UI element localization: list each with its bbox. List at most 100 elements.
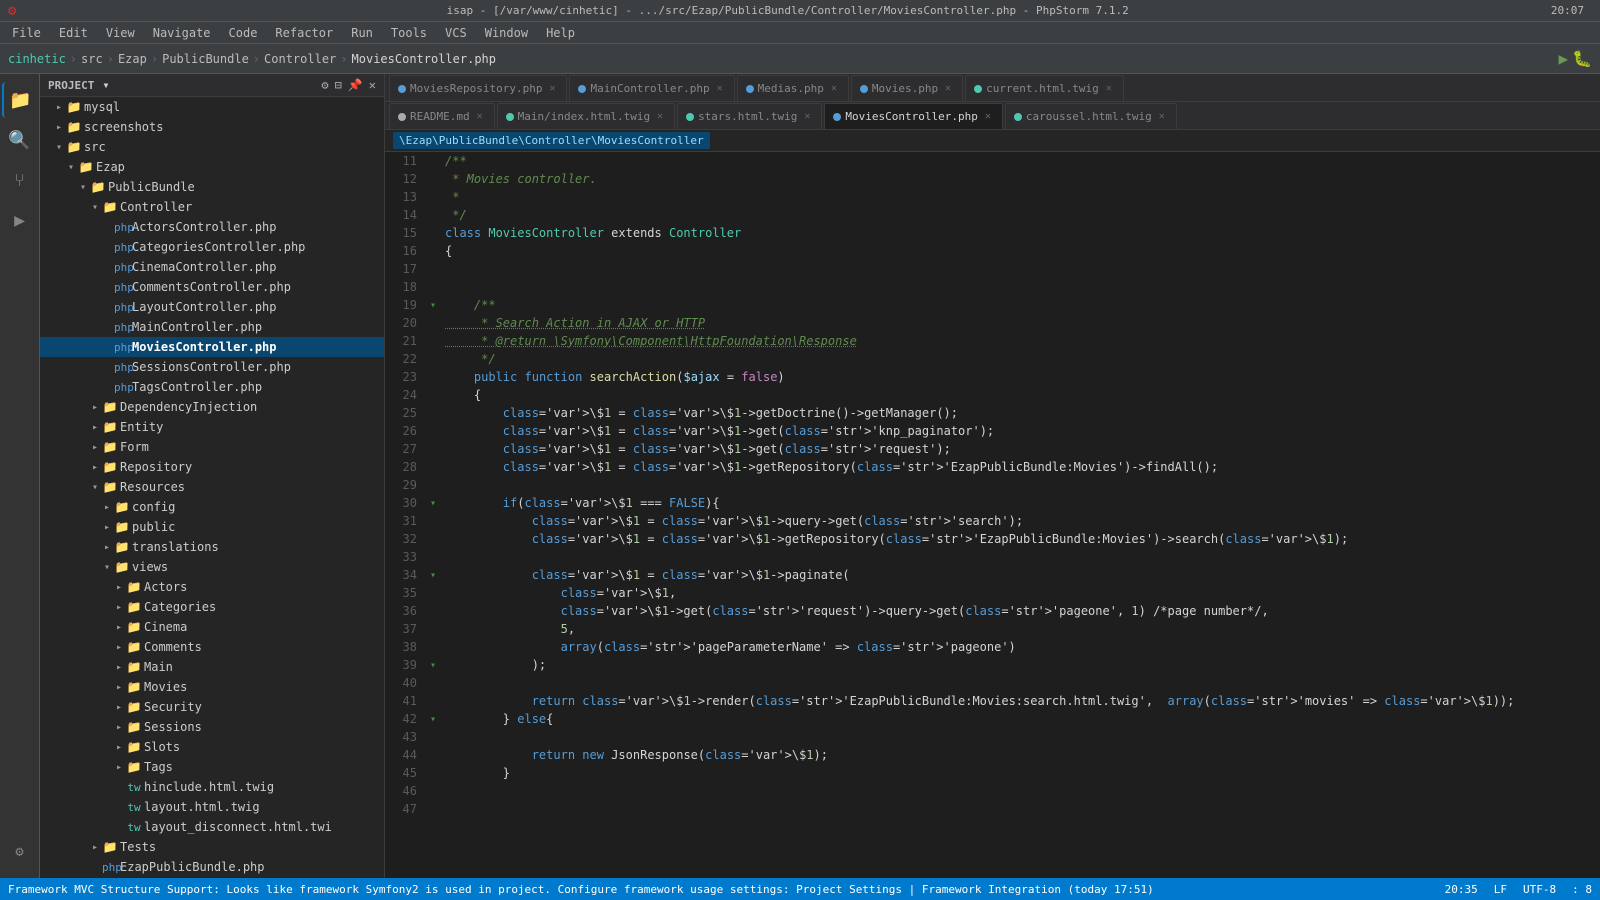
tree-arrow-icon: ▸ xyxy=(112,742,126,753)
activity-search-icon[interactable]: 🔍 xyxy=(2,122,38,158)
menu-item-help[interactable]: Help xyxy=(538,24,583,42)
tree-item-movies[interactable]: ▸📁Movies xyxy=(40,677,384,697)
code-line: 32 class='var'>\$1 = class='var'>\$1->ge… xyxy=(385,530,1600,548)
breadcrumb-ezap[interactable]: Ezap xyxy=(118,52,147,66)
tree-item-tags[interactable]: ▸📁Tags xyxy=(40,757,384,777)
tree-item-moviescontroller-php[interactable]: phpMoviesController.php xyxy=(40,337,384,357)
tree-item-src[interactable]: ▾📁src xyxy=(40,137,384,157)
tab-main-index[interactable]: Main/index.html.twig ✕ xyxy=(497,103,675,129)
php-icon: php xyxy=(114,260,130,274)
menu-item-code[interactable]: Code xyxy=(221,24,266,42)
breadcrumb-publicbundle[interactable]: PublicBundle xyxy=(162,52,249,66)
pin-icon[interactable]: 📌 xyxy=(348,78,363,92)
tree-item-cinema[interactable]: ▸📁Cinema xyxy=(40,617,384,637)
tree-item-ezappublicbundle-php[interactable]: phpEzapPublicBundle.php xyxy=(40,857,384,877)
tab-readme[interactable]: README.md ✕ xyxy=(389,103,495,129)
tree-item-commentscontroller-php[interactable]: phpCommentsController.php xyxy=(40,277,384,297)
activity-project-icon[interactable]: 📁 xyxy=(2,82,38,118)
tree-item-layout-html-twig[interactable]: twlayout.html.twig xyxy=(40,797,384,817)
php-icon: php xyxy=(114,320,130,334)
menu-item-refactor[interactable]: Refactor xyxy=(267,24,341,42)
tree-item-resources[interactable]: ▾📁Resources xyxy=(40,477,384,497)
tab-close-btn[interactable]: ✕ xyxy=(474,111,486,122)
tab-stars[interactable]: stars.html.twig ✕ xyxy=(677,103,822,129)
tree-label: Cinema xyxy=(144,620,187,634)
tab-maincontroller[interactable]: MainController.php ✕ xyxy=(569,75,734,101)
tab-medias[interactable]: Medias.php ✕ xyxy=(737,75,849,101)
tab-close-btn[interactable]: ✕ xyxy=(546,83,558,94)
menu-item-vcs[interactable]: VCS xyxy=(437,24,475,42)
tree-item-maincontroller-php[interactable]: phpMainController.php xyxy=(40,317,384,337)
breadcrumb-file[interactable]: MoviesController.php xyxy=(352,52,497,66)
tree-item-mysql[interactable]: ▸📁mysql xyxy=(40,97,384,117)
menu-item-edit[interactable]: Edit xyxy=(51,24,96,42)
tree-item-categoriescontroller-php[interactable]: phpCategoriesController.php xyxy=(40,237,384,257)
menu-item-run[interactable]: Run xyxy=(343,24,381,42)
tree-item-layout-disconnect-html-twi[interactable]: twlayout_disconnect.html.twi xyxy=(40,817,384,837)
tree-item-tagscontroller-php[interactable]: phpTagsController.php xyxy=(40,377,384,397)
tab-caroussel[interactable]: caroussel.html.twig ✕ xyxy=(1005,103,1177,129)
tree-item-translations[interactable]: ▸📁translations xyxy=(40,537,384,557)
menu-item-navigate[interactable]: Navigate xyxy=(145,24,219,42)
tab-current-twig[interactable]: current.html.twig ✕ xyxy=(965,75,1124,101)
run-icon[interactable]: ▶ xyxy=(1558,49,1568,68)
activity-debug-icon[interactable]: ⚙ xyxy=(2,834,38,870)
debug-icon[interactable]: 🐛 xyxy=(1572,49,1592,68)
tree-item-screenshots[interactable]: ▸📁screenshots xyxy=(40,117,384,137)
code-content: } xyxy=(441,766,510,780)
tree-item-actors[interactable]: ▸📁Actors xyxy=(40,577,384,597)
activity-run-icon[interactable]: ▶ xyxy=(2,202,38,238)
folder-icon: 📁 xyxy=(102,420,118,434)
tree-item-tests[interactable]: ▸📁Tests xyxy=(40,837,384,857)
tree-item-actorscontroller-php[interactable]: phpActorsController.php xyxy=(40,217,384,237)
tab-close-btn[interactable]: ✕ xyxy=(942,83,954,94)
tab-movies[interactable]: Movies.php ✕ xyxy=(851,75,963,101)
menu-item-tools[interactable]: Tools xyxy=(383,24,435,42)
code-editor[interactable]: 11/**12 * Movies controller.13 *14 */15c… xyxy=(385,152,1600,878)
tree-item-views[interactable]: ▾📁views xyxy=(40,557,384,577)
tree-item-form[interactable]: ▸📁Form xyxy=(40,437,384,457)
breadcrumb-controller[interactable]: Controller xyxy=(264,52,336,66)
menu-item-view[interactable]: View xyxy=(98,24,143,42)
menu-item-file[interactable]: File xyxy=(4,24,49,42)
tree-item-slots[interactable]: ▸📁Slots xyxy=(40,737,384,757)
tree-item-categories[interactable]: ▸📁Categories xyxy=(40,597,384,617)
breadcrumb-cinhetic[interactable]: cinhetic xyxy=(8,52,66,66)
tree-item-entity[interactable]: ▸📁Entity xyxy=(40,417,384,437)
tree-item-dependencyinjection[interactable]: ▸📁DependencyInjection xyxy=(40,397,384,417)
tree-item-sessions[interactable]: ▸📁Sessions xyxy=(40,717,384,737)
tree-item-security[interactable]: ▸📁Security xyxy=(40,697,384,717)
tree-item-config[interactable]: ▸📁config xyxy=(40,497,384,517)
code-content: * @return \Symfony\Component\HttpFoundat… xyxy=(441,334,857,348)
tab-close-btn[interactable]: ✕ xyxy=(982,111,994,122)
tab-close-btn[interactable]: ✕ xyxy=(1103,83,1115,94)
tab-moviesrepository[interactable]: MoviesRepository.php ✕ xyxy=(389,75,567,101)
collapse-icon[interactable]: ⊟ xyxy=(335,78,342,92)
tree-item-layoutcontroller-php[interactable]: phpLayoutController.php xyxy=(40,297,384,317)
menu-item-window[interactable]: Window xyxy=(477,24,536,42)
tab-close-btn[interactable]: ✕ xyxy=(714,83,726,94)
tree-item-cinemacontroller-php[interactable]: phpCinemaController.php xyxy=(40,257,384,277)
tab-moviescontroller-active[interactable]: MoviesController.php ✕ xyxy=(824,103,1002,129)
tree-item-main[interactable]: ▸📁Main xyxy=(40,657,384,677)
twig-icon: tw xyxy=(126,780,142,794)
tree-item-ezap[interactable]: ▾📁Ezap xyxy=(40,157,384,177)
tab-twig-dot xyxy=(974,85,982,93)
settings-icon[interactable]: ⚙ xyxy=(321,78,328,92)
tab-close-btn[interactable]: ✕ xyxy=(654,111,666,122)
tree-item-sessionscontroller-php[interactable]: phpSessionsController.php xyxy=(40,357,384,377)
tab-close-btn[interactable]: ✕ xyxy=(801,111,813,122)
tree-item-public[interactable]: ▸📁public xyxy=(40,517,384,537)
tab-close-btn[interactable]: ✕ xyxy=(1156,111,1168,122)
tree-item-hinclude-html-twig[interactable]: twhinclude.html.twig xyxy=(40,777,384,797)
tree-item-repository[interactable]: ▸📁Repository xyxy=(40,457,384,477)
tree-item-comments[interactable]: ▸📁Comments xyxy=(40,637,384,657)
code-line: 45 } xyxy=(385,764,1600,782)
breadcrumb-src[interactable]: src xyxy=(81,52,103,66)
close-sidebar-icon[interactable]: ✕ xyxy=(369,78,376,92)
tree-item-controller[interactable]: ▾📁Controller xyxy=(40,197,384,217)
project-dropdown-icon[interactable]: ▾ xyxy=(102,78,109,92)
tree-item-publicbundle[interactable]: ▾📁PublicBundle xyxy=(40,177,384,197)
tab-close-btn[interactable]: ✕ xyxy=(828,83,840,94)
activity-git-icon[interactable]: ⑂ xyxy=(2,162,38,198)
